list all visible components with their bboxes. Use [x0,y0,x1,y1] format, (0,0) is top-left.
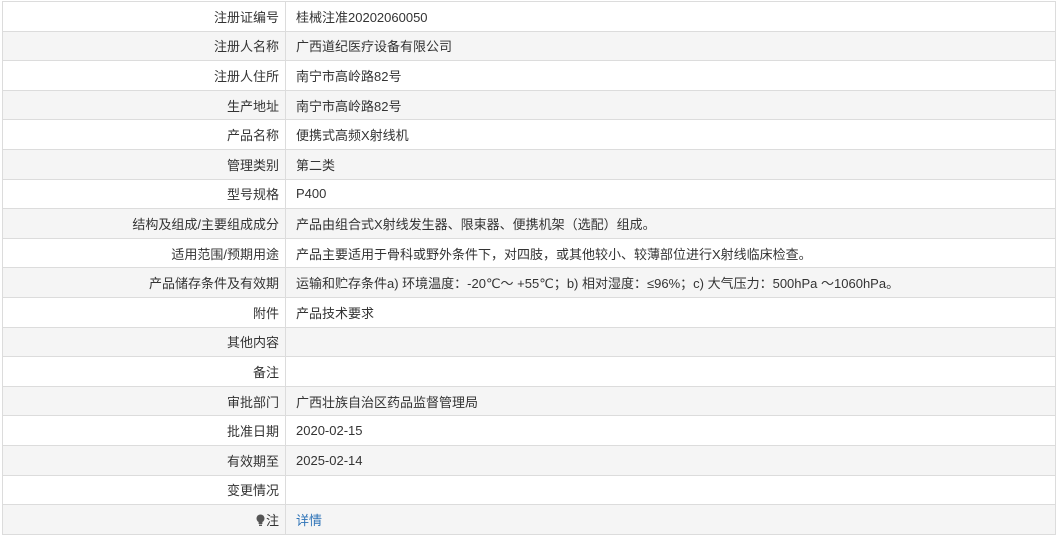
table-row: 结构及组成/主要组成成分 产品由组合式X射线发生器、限束器、便携机架（选配）组成… [2,208,1056,239]
row-label: 适用范围/预期用途 [2,237,286,269]
row-value: 2020-02-15 [285,415,1056,446]
row-label: 注册人名称 [2,30,286,62]
details-link[interactable]: 详情 [296,513,322,528]
row-value [285,356,1056,387]
table-row: 型号规格 P400 [2,178,1056,210]
row-label: 注册人住所 [2,60,286,91]
table-row: 附件 产品技术要求 [2,296,1056,328]
row-value [285,474,1056,506]
row-label: 产品储存条件及有效期 [2,267,286,298]
row-label: 生产地址 [2,89,286,121]
table-row: 其他内容 [2,326,1056,358]
row-value: 桂械注准20202060050 [285,1,1056,32]
table-row: 变更情况 [2,474,1056,506]
table-row: 有效期至 2025-02-14 [2,444,1056,476]
row-label: 产品名称 [2,119,286,150]
note-label: 注 [265,512,279,528]
note-label-cell: 注 [2,504,286,535]
row-value: 广西道纪医疗设备有限公司 [285,30,1056,62]
row-value: 2025-02-14 [285,444,1056,476]
table-row: 生产地址 南宁市高岭路82号 [2,89,1056,121]
note-value-cell: 详情 [285,504,1056,535]
row-label: 附件 [2,296,286,328]
row-label: 变更情况 [2,474,286,506]
note-row: 注 详情 [2,504,1056,535]
row-value: 便携式高频X射线机 [285,119,1056,150]
row-label: 批准日期 [2,415,286,446]
row-value [285,326,1056,358]
table-row: 产品储存条件及有效期 运输和贮存条件a) 环境温度：-20℃～ +55℃；b) … [2,267,1056,298]
row-label: 其他内容 [2,326,286,358]
row-label: 有效期至 [2,444,286,476]
row-value: 南宁市高岭路82号 [285,89,1056,121]
table-row: 适用范围/预期用途 产品主要适用于骨科或野外条件下，对四肢，或其他较小、较薄部位… [2,237,1056,269]
row-value: 南宁市高岭路82号 [285,60,1056,91]
row-value: 产品技术要求 [285,296,1056,328]
row-value: 产品由组合式X射线发生器、限束器、便携机架（选配）组成。 [285,208,1056,239]
row-value: 产品主要适用于骨科或野外条件下，对四肢，或其他较小、较薄部位进行X射线临床检查。 [285,237,1056,269]
registration-record-table: 注册证编号 桂械注准20202060050 注册人名称 广西道纪医疗设备有限公司… [2,1,1056,535]
table-row: 注册证编号 桂械注准20202060050 [2,1,1056,32]
row-label: 管理类别 [2,148,286,180]
table-row: 审批部门 广西壮族自治区药品监督管理局 [2,385,1056,417]
table-row: 注册人住所 南宁市高岭路82号 [2,60,1056,91]
row-label: 结构及组成/主要组成成分 [2,208,286,239]
row-label: 审批部门 [2,385,286,417]
row-label: 型号规格 [2,178,286,210]
table-row: 注册人名称 广西道纪医疗设备有限公司 [2,30,1056,62]
row-value: 第二类 [285,148,1056,180]
lightbulb-icon [256,514,265,526]
row-label: 备注 [2,356,286,387]
table-row: 产品名称 便携式高频X射线机 [2,119,1056,150]
table-row: 备注 [2,356,1056,387]
table-row: 管理类别 第二类 [2,148,1056,180]
row-value: P400 [285,178,1056,210]
table-row: 批准日期 2020-02-15 [2,415,1056,446]
row-label: 注册证编号 [2,1,286,32]
row-value: 广西壮族自治区药品监督管理局 [285,385,1056,417]
row-value: 运输和贮存条件a) 环境温度：-20℃～ +55℃；b) 相对湿度：≤96%；c… [285,267,1056,298]
